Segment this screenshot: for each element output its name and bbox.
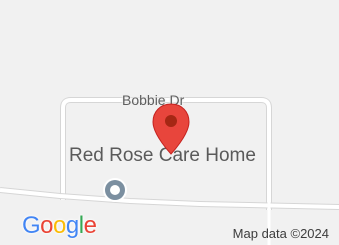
google-logo-letter: g xyxy=(65,212,79,239)
map-canvas[interactable]: Bobbie Dr Red Rose Care Home Google Map … xyxy=(0,0,339,245)
map-attribution[interactable]: Map data ©2024 xyxy=(233,226,329,241)
google-logo-letter: e xyxy=(83,212,97,239)
google-logo-letter: G xyxy=(22,212,41,239)
google-logo-letter: o xyxy=(40,212,54,239)
google-logo-letter: o xyxy=(53,212,66,239)
map-pin-icon[interactable] xyxy=(150,102,192,156)
google-logo[interactable]: Google xyxy=(22,212,97,240)
place-dot-icon[interactable] xyxy=(101,176,129,204)
